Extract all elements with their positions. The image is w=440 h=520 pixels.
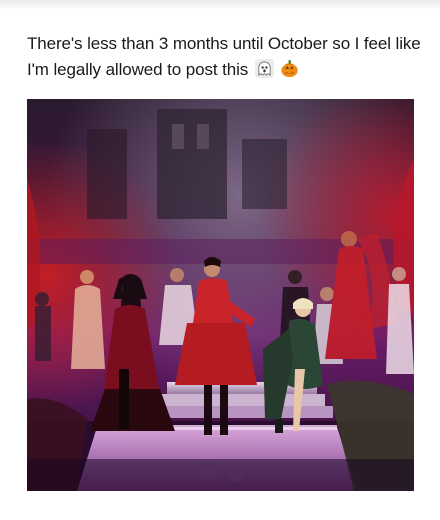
caption-text: There's less than 3 months until October…	[27, 34, 421, 79]
jack-o-lantern-icon	[281, 59, 299, 78]
ghost-icon	[254, 59, 274, 78]
post-screen: There's less than 3 months until October…	[0, 0, 440, 520]
post-caption: There's less than 3 months until October…	[27, 31, 422, 83]
status-shade	[0, 0, 440, 10]
stage-performance-image	[27, 99, 414, 491]
post-video-frame[interactable]	[27, 99, 414, 491]
